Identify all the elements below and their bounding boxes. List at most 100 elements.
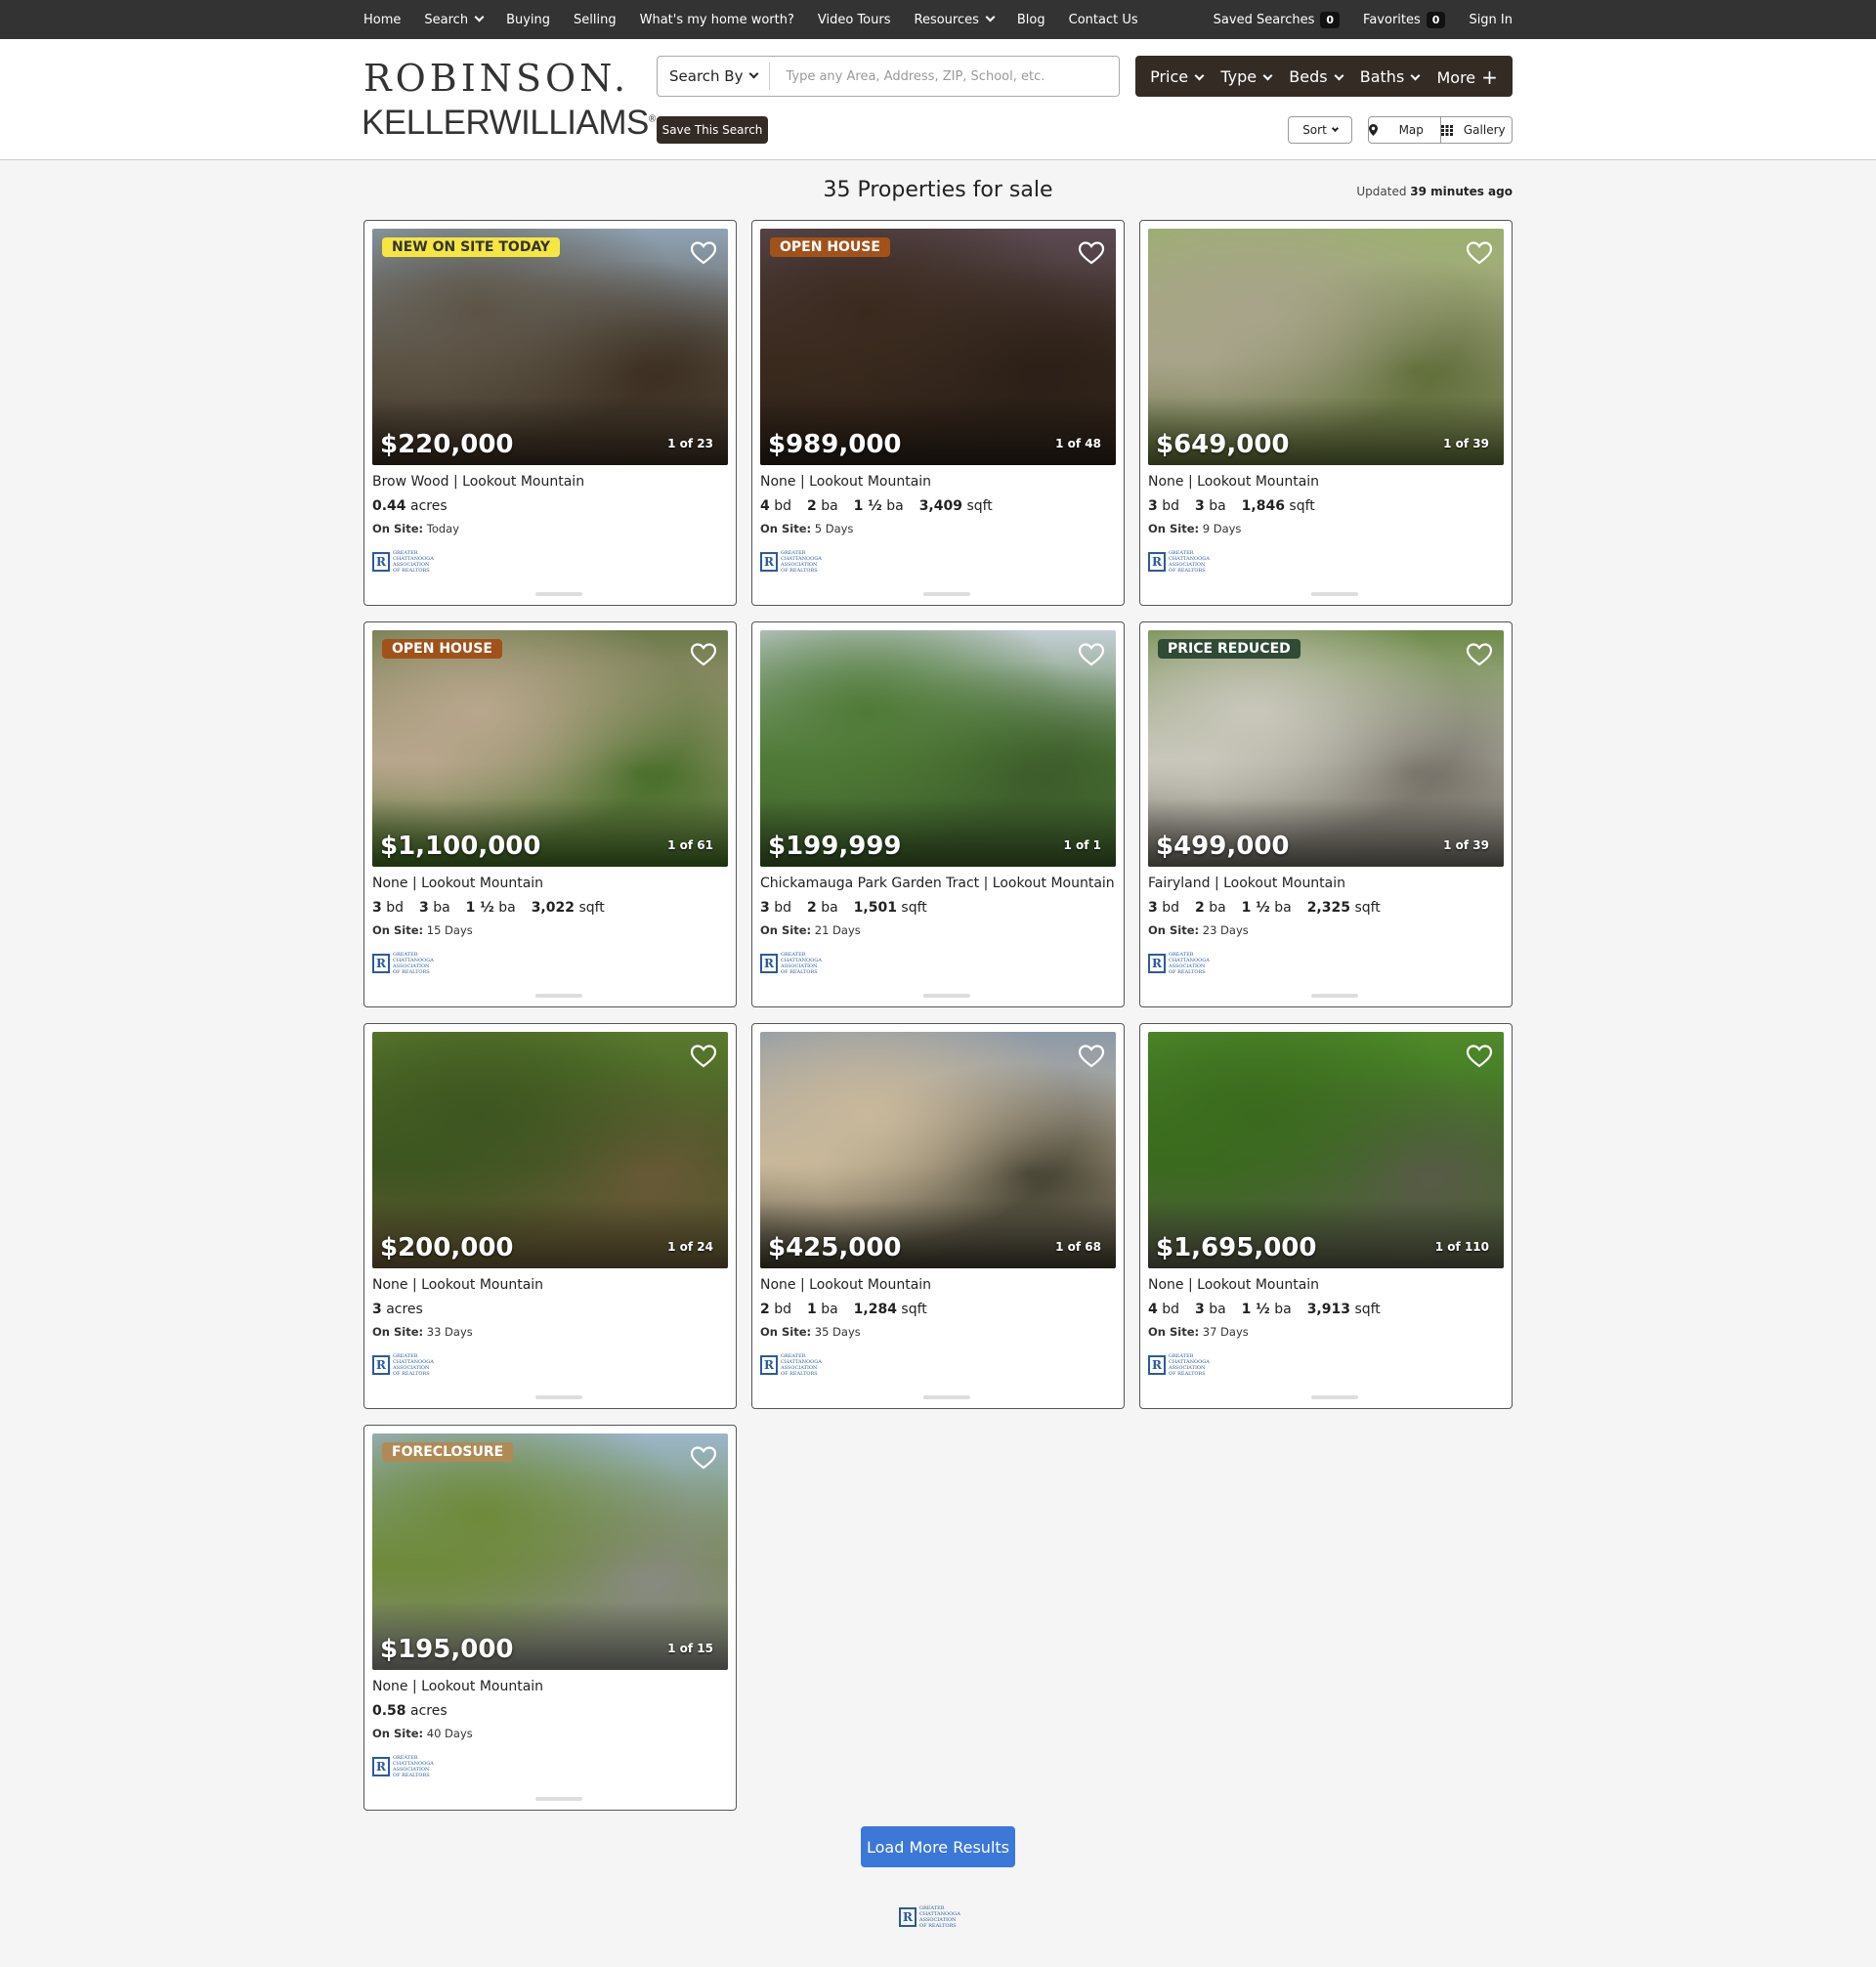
updated-timestamp: Updated 39 minutes ago xyxy=(1356,185,1513,198)
nav-search-label: Search xyxy=(424,12,469,27)
favorite-heart-icon[interactable] xyxy=(1465,238,1494,268)
listing-location[interactable]: None | Lookout Mountain xyxy=(760,1277,931,1293)
listing-location[interactable]: None | Lookout Mountain xyxy=(372,876,543,891)
listing-photo[interactable]: OPEN HOUSE $989,000 1 of 48 xyxy=(760,229,1116,465)
listing-stat-value: 2 xyxy=(1194,900,1205,916)
listing-stat-value: 4 xyxy=(1148,1302,1158,1317)
listing-location[interactable]: Fairyland | Lookout Mountain xyxy=(1148,876,1345,891)
on-site-value: 5 Days xyxy=(814,522,854,535)
listing-location[interactable]: None | Lookout Mountain xyxy=(1148,1277,1319,1293)
listing-price: $1,100,000 xyxy=(380,832,541,861)
sign-in-link[interactable]: Sign In xyxy=(1469,13,1513,27)
listing-price: $220,000 xyxy=(380,430,514,459)
listing-card[interactable]: FORECLOSURE $195,000 1 of 15 None | Look… xyxy=(363,1425,737,1811)
listing-on-site: On Site: 15 Days xyxy=(372,923,473,937)
sort-button[interactable]: Sort xyxy=(1288,116,1352,144)
nav-selling[interactable]: Selling xyxy=(574,13,617,27)
logo-robinson[interactable]: ROBINSON. xyxy=(363,57,629,100)
favorite-heart-icon[interactable] xyxy=(1465,640,1494,669)
nav-contact-us[interactable]: Contact Us xyxy=(1069,13,1138,27)
favorite-heart-icon[interactable] xyxy=(1465,1042,1494,1071)
filter-baths[interactable]: Baths xyxy=(1360,67,1421,86)
listing-stat: 2 ba xyxy=(807,900,838,916)
gcar-mark: R xyxy=(1148,552,1166,572)
listing-stat-value: 3 xyxy=(372,900,382,916)
listing-location[interactable]: None | Lookout Mountain xyxy=(372,1277,543,1293)
listing-stat-unit: bd xyxy=(774,900,791,916)
favorite-heart-icon[interactable] xyxy=(1077,640,1106,669)
listing-stat-unit: sqft xyxy=(901,900,927,916)
gcar-mark: R xyxy=(372,1757,390,1776)
listing-price: $199,999 xyxy=(768,832,902,861)
logo-registered-mark: ® xyxy=(648,113,656,125)
listing-location[interactable]: None | Lookout Mountain xyxy=(372,1679,543,1694)
favorite-heart-icon[interactable] xyxy=(689,1443,718,1473)
search-by-dropdown[interactable]: Search By xyxy=(658,63,771,90)
listing-stat-unit: sqft xyxy=(966,498,993,514)
card-scroll-indicator xyxy=(1311,1395,1358,1399)
favorite-heart-icon[interactable] xyxy=(689,238,718,268)
filter-more[interactable]: More + xyxy=(1436,64,1497,89)
listing-location[interactable]: None | Lookout Mountain xyxy=(760,474,931,490)
listing-card[interactable]: PRICE REDUCED $499,000 1 of 39 Fairyland… xyxy=(1139,621,1513,1007)
nav-home-worth[interactable]: What's my home worth? xyxy=(640,13,794,27)
listing-photo[interactable]: $649,000 1 of 39 xyxy=(1148,229,1504,465)
listing-photo[interactable]: FORECLOSURE $195,000 1 of 15 xyxy=(372,1433,728,1670)
listing-card[interactable]: $425,000 1 of 68 None | Lookout Mountain… xyxy=(751,1023,1125,1409)
gcar-line: of Realtors xyxy=(781,969,818,975)
listing-card[interactable]: NEW ON SITE TODAY $220,000 1 of 23 Brow … xyxy=(363,220,737,606)
saved-searches-link[interactable]: Saved Searches 0 xyxy=(1214,11,1341,28)
filter-price-label: Price xyxy=(1150,66,1189,86)
nav-blog[interactable]: Blog xyxy=(1017,13,1045,27)
map-view-button[interactable]: Map xyxy=(1369,117,1440,143)
favorites-link[interactable]: Favorites 0 xyxy=(1363,11,1446,28)
listing-card[interactable]: $199,999 1 of 1 Chickamauga Park Garden … xyxy=(751,621,1125,1007)
gallery-view-button[interactable]: Gallery xyxy=(1439,117,1513,143)
listing-photo[interactable]: OPEN HOUSE $1,100,000 1 of 61 xyxy=(372,630,728,867)
nav-video-tours[interactable]: Video Tours xyxy=(818,13,891,27)
filter-beds[interactable]: Beds xyxy=(1289,67,1344,86)
listing-photo[interactable]: $1,695,000 1 of 110 xyxy=(1148,1032,1504,1268)
listing-stat-value: 1,501 xyxy=(853,900,897,916)
on-site-value: 33 Days xyxy=(426,1325,473,1339)
listing-location[interactable]: Chickamauga Park Garden Tract | Lookout … xyxy=(760,876,1115,891)
listing-photo[interactable]: $199,999 1 of 1 xyxy=(760,630,1116,867)
listing-card[interactable]: OPEN HOUSE $989,000 1 of 48 None | Looko… xyxy=(751,220,1125,606)
listing-photo[interactable]: PRICE REDUCED $499,000 1 of 39 xyxy=(1148,630,1504,867)
listing-stats: 0.58 acres xyxy=(372,1703,448,1719)
listing-stat: 1,501 sqft xyxy=(854,900,927,916)
nav-buying[interactable]: Buying xyxy=(506,13,550,27)
listing-card[interactable]: $649,000 1 of 39 None | Lookout Mountain… xyxy=(1139,220,1513,606)
filter-bar: Price Type Beds Baths More + xyxy=(1135,56,1513,97)
favorite-heart-icon[interactable] xyxy=(1077,238,1106,268)
favorite-heart-icon[interactable] xyxy=(689,1042,718,1071)
listing-location[interactable]: None | Lookout Mountain xyxy=(1148,474,1319,490)
listing-card[interactable]: $200,000 1 of 24 None | Lookout Mountain… xyxy=(363,1023,737,1409)
favorite-heart-icon[interactable] xyxy=(689,640,718,669)
load-more-button[interactable]: Load More Results xyxy=(861,1826,1015,1867)
nav-home[interactable]: Home xyxy=(363,13,401,27)
listing-stat-value: 0.44 xyxy=(372,498,406,514)
listing-stats: 4 bd 3 ba 1 ½ ba 3,913 sqft xyxy=(1148,1302,1381,1317)
logo-kellerwilliams[interactable]: KELLERWILLIAMS® xyxy=(362,104,656,143)
nav-search[interactable]: Search xyxy=(424,12,485,27)
listing-card[interactable]: $1,695,000 1 of 110 None | Lookout Mount… xyxy=(1139,1023,1513,1409)
gcar-line: of Realtors xyxy=(1169,969,1206,975)
filter-price[interactable]: Price xyxy=(1150,66,1205,86)
search-input[interactable] xyxy=(770,57,1119,96)
listing-photo[interactable]: NEW ON SITE TODAY $220,000 1 of 23 xyxy=(372,229,728,465)
listing-card[interactable]: OPEN HOUSE $1,100,000 1 of 61 None | Loo… xyxy=(363,621,737,1007)
listing-stat-value: 0.58 xyxy=(372,1703,406,1719)
listing-photo[interactable]: $200,000 1 of 24 xyxy=(372,1032,728,1268)
save-search-button[interactable]: Save This Search xyxy=(657,116,768,144)
listing-stat-unit: bd xyxy=(1162,498,1179,514)
favorite-heart-icon[interactable] xyxy=(1077,1042,1106,1071)
card-scroll-indicator xyxy=(535,994,582,998)
gcar-logo: R Greater Chattanooga Association of Realto… xyxy=(1148,952,1210,975)
listing-location[interactable]: Brow Wood | Lookout Mountain xyxy=(372,474,584,490)
nav-resources[interactable]: Resources xyxy=(915,12,996,27)
chevron-down-icon xyxy=(1194,70,1205,80)
listing-photo[interactable]: $425,000 1 of 68 xyxy=(760,1032,1116,1268)
listing-stats: 3 bd 3 ba 1,846 sqft xyxy=(1148,498,1315,514)
filter-type[interactable]: Type xyxy=(1220,67,1273,86)
